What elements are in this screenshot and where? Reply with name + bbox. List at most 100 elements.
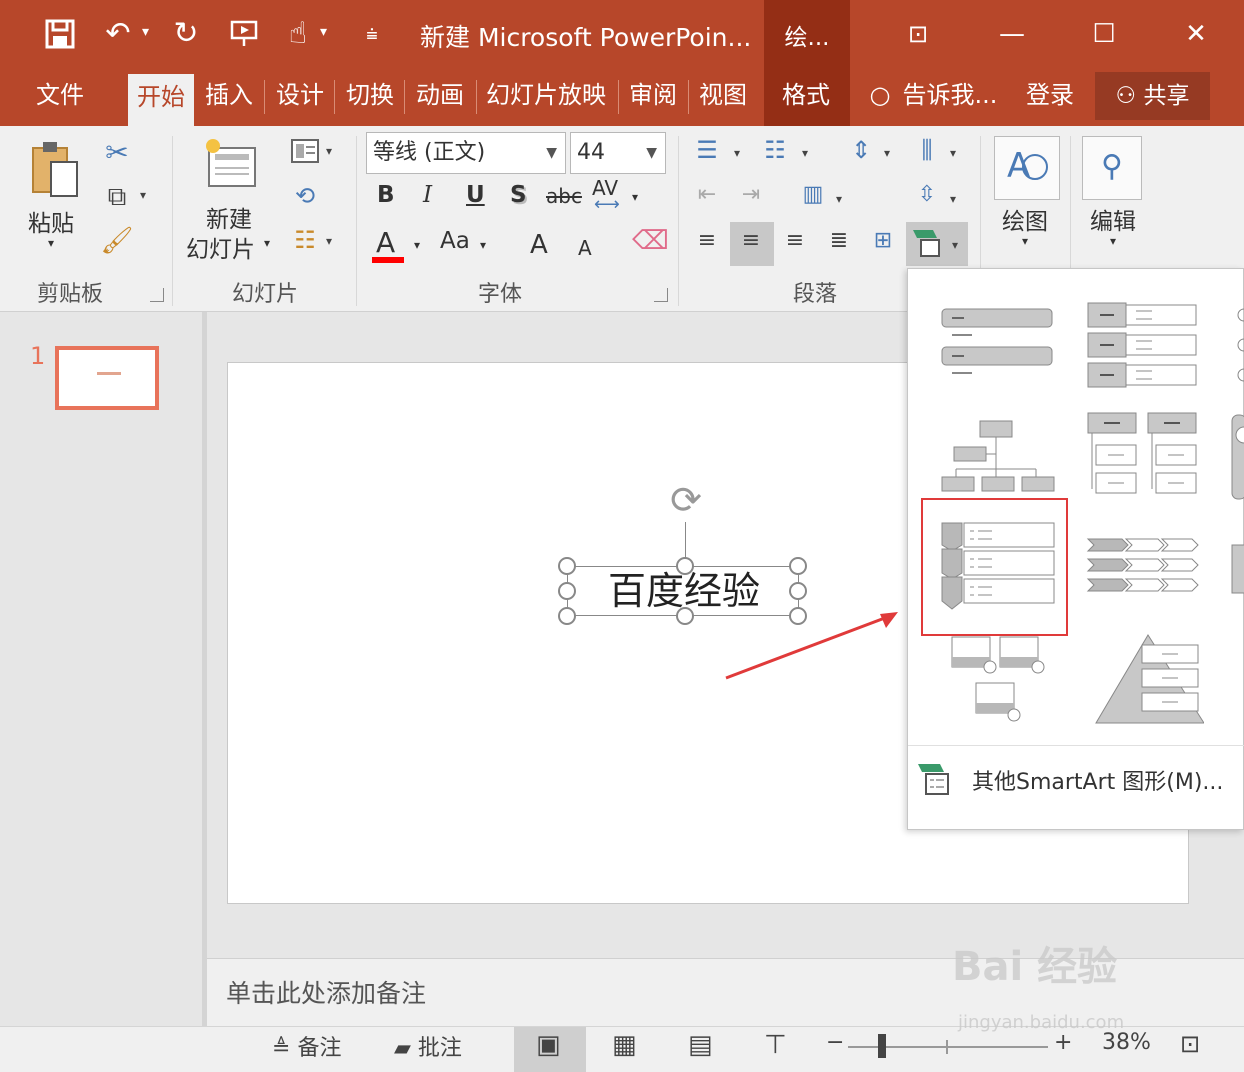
font-size-select[interactable]: 44 ▼ [570, 132, 666, 174]
touch-mode-icon[interactable]: ☝ [280, 14, 316, 54]
align-center-icon[interactable]: ≡ [734, 228, 768, 262]
convert-to-smartart-icon[interactable] [910, 228, 944, 262]
section-icon[interactable]: ☷ [288, 226, 322, 256]
drawing-button[interactable]: A [994, 136, 1060, 200]
undo-dropdown-icon[interactable]: ▾ [142, 24, 149, 40]
align-left-icon[interactable]: ≡ [690, 228, 724, 262]
change-case-button[interactable]: Aa [440, 228, 470, 254]
underline-button[interactable]: U [466, 182, 485, 208]
pane-splitter[interactable] [202, 312, 207, 1026]
numbering-icon[interactable]: ☷ [758, 136, 792, 170]
drawing-dropdown-icon[interactable]: ▾ [1022, 234, 1028, 248]
close-button[interactable]: ✕ [1176, 14, 1216, 54]
resize-handle-tm[interactable] [676, 557, 694, 575]
new-slide-dropdown-icon[interactable]: ▾ [264, 236, 270, 250]
strikethrough-button[interactable]: abc [546, 184, 582, 208]
fit-to-window-icon[interactable]: ⊡ [1180, 1030, 1200, 1058]
clipboard-launcher-icon[interactable] [150, 288, 164, 302]
tab-file[interactable]: 文件 [22, 70, 98, 126]
bold-button[interactable]: B [377, 182, 395, 208]
find-icon[interactable]: ⚲ [1082, 136, 1142, 200]
resize-handle-tl[interactable] [558, 557, 576, 575]
customize-icon[interactable]: ⩧ [354, 14, 390, 54]
copy-icon[interactable]: ⧉ [100, 182, 134, 216]
resize-handle-mr[interactable] [789, 582, 807, 600]
align-text-icon[interactable]: ⇳ [910, 182, 944, 216]
new-slide-button[interactable]: 新建 幻灯片 ▾ [186, 136, 276, 272]
undo-icon[interactable]: ↶ [100, 14, 136, 54]
spacing-dropdown-icon[interactable]: ▾ [632, 190, 638, 204]
notes-toggle[interactable]: ≜ 备注 [272, 1030, 341, 1062]
slideshow-view-icon[interactable]: ⊤ [764, 1030, 787, 1060]
font-name-select[interactable]: 等线 (正文) ▼ [366, 132, 566, 174]
zoom-out-button[interactable]: − [826, 1030, 844, 1055]
minimize-button[interactable]: — [992, 14, 1032, 54]
convert-smartart-dropdown-icon[interactable]: ▾ [952, 238, 958, 252]
slide-thumbnail[interactable] [55, 346, 159, 410]
rotate-handle-icon[interactable]: ⟳ [664, 478, 708, 522]
present-icon[interactable] [226, 14, 262, 54]
bullets-icon[interactable]: ☰ [690, 136, 724, 170]
justify-icon[interactable]: ≣ [822, 228, 856, 262]
layout-icon[interactable] [288, 138, 322, 168]
reset-icon[interactable]: ⟲ [288, 182, 322, 212]
layout-dropdown-icon[interactable]: ▾ [326, 144, 332, 158]
tell-me-search[interactable]: 告诉我... [900, 70, 1000, 126]
line-spacing-dropdown-icon[interactable]: ▾ [884, 146, 890, 160]
tab-design[interactable]: 设计 [268, 70, 332, 126]
font-color-button[interactable]: A [376, 226, 395, 259]
maximize-button[interactable]: ☐ [1084, 14, 1124, 54]
smartart-picture-caption-list[interactable] [948, 633, 1048, 725]
grow-font-button[interactable]: A [530, 230, 548, 260]
ribbon-display-icon[interactable]: ⊡ [898, 14, 938, 54]
smartart-vertical-bullet-list[interactable] [938, 303, 1058, 383]
smartart-partial-col3-row2[interactable] [1228, 411, 1244, 501]
resize-handle-ml[interactable] [558, 582, 576, 600]
bullets-dropdown-icon[interactable]: ▾ [734, 146, 740, 160]
save-icon[interactable] [42, 14, 78, 54]
zoom-slider-thumb[interactable] [878, 1034, 886, 1058]
slide-sorter-icon[interactable]: ▦ [612, 1030, 637, 1060]
increase-indent-icon[interactable]: ⇥ [734, 182, 768, 216]
resize-handle-bl[interactable] [558, 607, 576, 625]
shadow-button[interactable]: S [510, 182, 527, 208]
smartart-partial-col3-row3[interactable] [1228, 541, 1244, 597]
touch-dropdown-icon[interactable]: ▾ [320, 24, 327, 40]
columns-dropdown-icon[interactable]: ▾ [836, 192, 842, 206]
tab-transitions[interactable]: 切换 [338, 70, 402, 126]
distribute-icon[interactable]: ⊞ [866, 228, 900, 262]
zoom-in-button[interactable]: + [1054, 1030, 1072, 1055]
paste-button[interactable]: 粘贴 ▾ [20, 138, 90, 258]
smartart-horizontal-chevron-list[interactable] [1084, 535, 1204, 601]
resize-handle-bm[interactable] [676, 607, 694, 625]
tab-format[interactable]: 格式 [770, 70, 842, 126]
font-color-dropdown-icon[interactable]: ▾ [414, 238, 420, 252]
align-right-icon[interactable]: ≡ [778, 228, 812, 262]
login-link[interactable]: 登录 [1022, 70, 1078, 126]
resize-handle-tr[interactable] [789, 557, 807, 575]
clear-format-icon[interactable]: ⌫ [632, 226, 669, 256]
line-spacing-icon[interactable]: ⇕ [844, 136, 878, 170]
tab-animations[interactable]: 动画 [408, 70, 472, 126]
text-direction-icon[interactable]: ⫼ [910, 136, 944, 170]
columns-icon[interactable]: ▥ [796, 182, 830, 216]
reading-view-icon[interactable]: ▤ [688, 1030, 713, 1060]
tab-review[interactable]: 审阅 [622, 70, 684, 126]
shrink-font-button[interactable]: A [578, 236, 592, 260]
normal-view-icon[interactable]: ▣ [536, 1030, 561, 1060]
tab-view[interactable]: 视图 [692, 70, 754, 126]
tab-home[interactable]: 开始 [128, 74, 194, 126]
font-launcher-icon[interactable] [654, 288, 668, 302]
smartart-partial-col3-row1[interactable] [1228, 299, 1244, 395]
smartart-horizontal-bullet-list[interactable] [1084, 299, 1204, 395]
tab-insert[interactable]: 插入 [198, 70, 260, 126]
editing-dropdown-icon[interactable]: ▾ [1110, 234, 1116, 248]
cut-icon[interactable]: ✂ [100, 136, 134, 170]
more-smartart-label[interactable]: 其他SmartArt 图形(M)... [972, 764, 1223, 796]
change-case-dropdown-icon[interactable]: ▾ [480, 238, 486, 252]
italic-button[interactable]: I [423, 182, 432, 208]
comments-toggle[interactable]: ▰ 批注 [394, 1030, 462, 1062]
smartart-org-chart[interactable] [938, 419, 1068, 495]
text-direction-dropdown-icon[interactable]: ▾ [950, 146, 956, 160]
notes-placeholder[interactable]: 单击此处添加备注 [226, 974, 426, 1010]
